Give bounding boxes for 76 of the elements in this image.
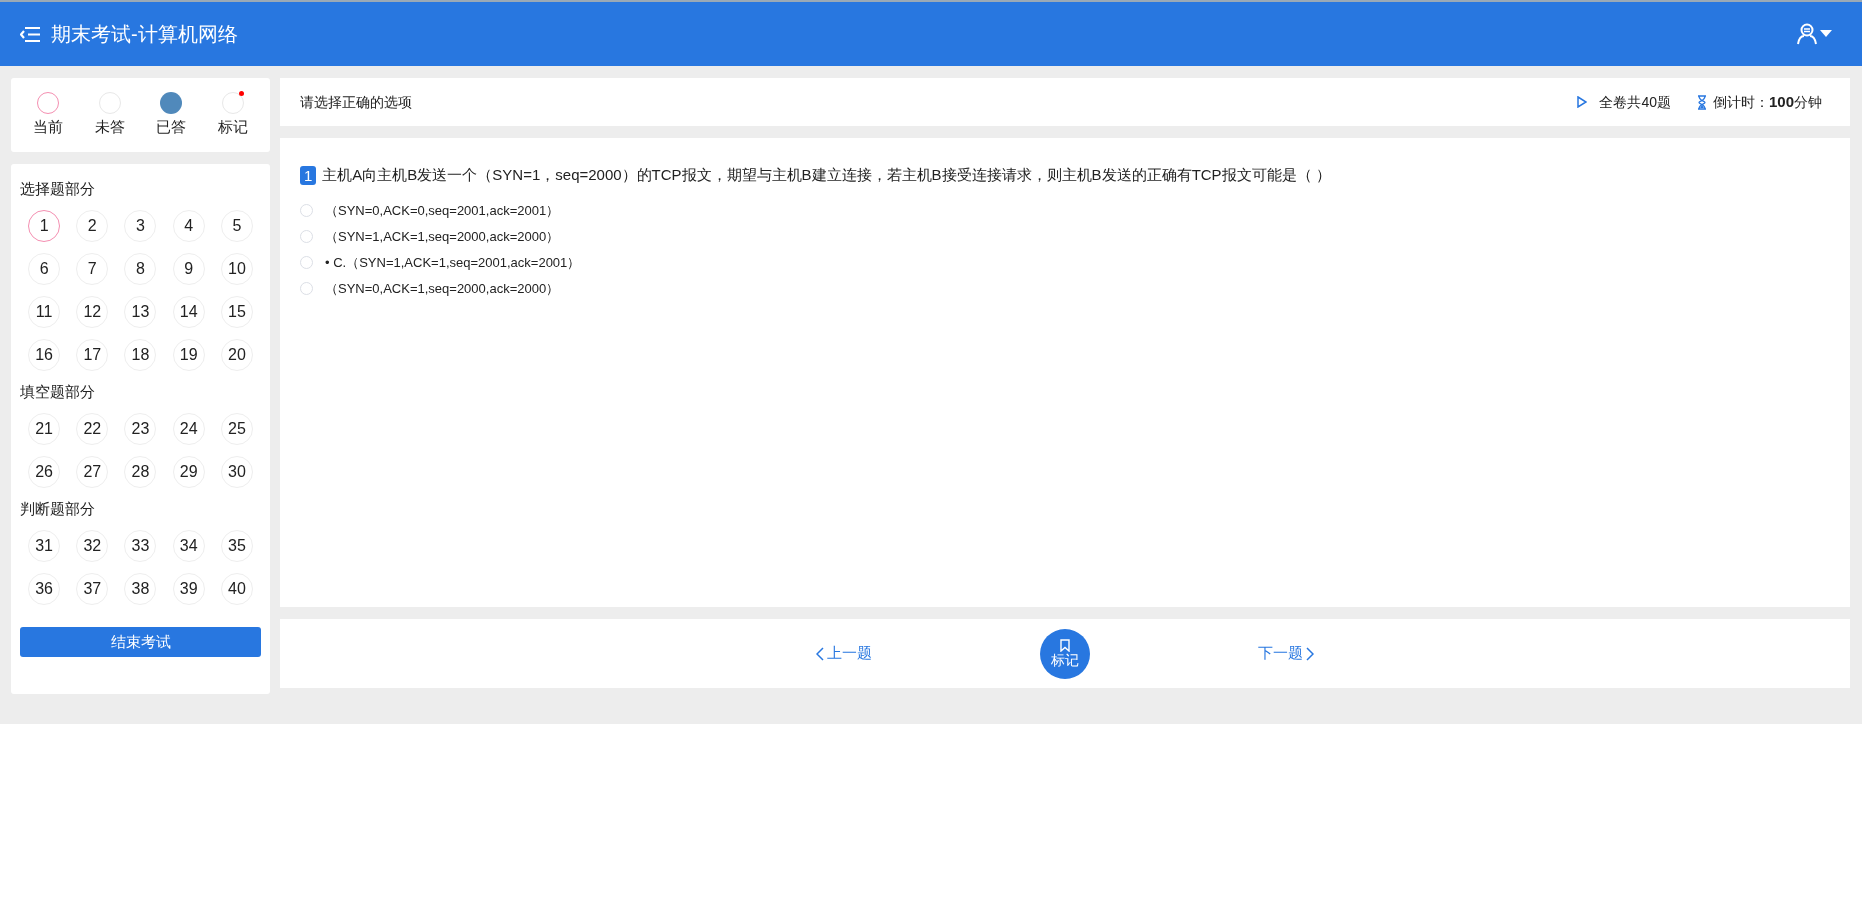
question-number[interactable]: 6 (28, 253, 61, 285)
menu-icon[interactable] (20, 25, 41, 43)
previous-question-link[interactable]: 上一题 (816, 642, 872, 665)
question-number[interactable]: 20 (220, 339, 253, 371)
question-number[interactable]: 5 (220, 210, 253, 242)
question-number[interactable]: 31 (28, 530, 61, 562)
page-title: 期末考试-计算机网络 (51, 22, 238, 47)
legend-label: 未答 (94, 116, 125, 137)
question-total: 全卷共40题 (1599, 92, 1671, 112)
question-number[interactable]: 2 (76, 210, 109, 242)
question-number[interactable]: 4 (172, 210, 205, 242)
question-number[interactable]: 32 (76, 530, 109, 562)
option-text: （SYN=0,ACK=0,seq=2001,ack=2001） (325, 201, 560, 220)
finish-exam-button[interactable]: 结束考试 (20, 627, 261, 657)
question-number[interactable]: 33 (124, 530, 157, 562)
caret-icon (1820, 30, 1832, 38)
section-title: 选择题部分 (20, 178, 96, 199)
question-number[interactable]: 13 (124, 296, 157, 328)
question-number[interactable]: 3 (124, 210, 157, 242)
question-number-badge: 1 (300, 165, 317, 185)
section-title: 判断题部分 (20, 498, 96, 519)
question-number[interactable]: 29 (172, 456, 205, 488)
option-radio[interactable] (300, 256, 313, 269)
question-number[interactable]: 23 (124, 413, 157, 445)
question-number[interactable]: 14 (172, 296, 205, 328)
mark-button[interactable]: 标记 (1040, 628, 1090, 679)
countdown-unit: 分钟 (1794, 92, 1822, 112)
question-number[interactable]: 15 (220, 296, 253, 328)
question-number[interactable]: 21 (28, 413, 61, 445)
legend-label: 标记 (218, 116, 249, 137)
option-radio[interactable] (300, 282, 313, 295)
question-text: 主机A向主机B发送一个（SYN=1，seq=2000）的TCP报文，期望与主机B建立连接，若主机B接受连接请求，则主机B发送的正确有TCP报文可能是（ ） (322, 165, 1331, 185)
question-number[interactable]: 25 (220, 413, 253, 445)
question-number[interactable]: 30 (220, 456, 253, 488)
question-number[interactable]: 22 (76, 413, 109, 445)
question-number[interactable]: 36 (28, 573, 61, 605)
chevron-left-icon (816, 646, 824, 661)
option-text: （SYN=0,ACK=1,seq=2000,ack=2000） (325, 279, 560, 298)
bookmark-icon (1060, 639, 1070, 652)
question-number[interactable]: 39 (172, 573, 205, 605)
question-number[interactable]: 7 (76, 253, 109, 285)
question-number[interactable]: 18 (124, 339, 157, 371)
option-text: • C.（SYN=1,ACK=1,seq=2001,ack=2001） (325, 253, 581, 272)
question-number[interactable]: 28 (124, 456, 157, 488)
chevron-right-icon (1306, 646, 1314, 661)
question-number[interactable]: 17 (76, 339, 109, 371)
question-number[interactable]: 38 (124, 573, 157, 605)
hourglass-icon (1696, 94, 1707, 110)
countdown-value: 100 (1768, 91, 1794, 112)
option-radio[interactable] (300, 230, 313, 243)
question-number[interactable]: 10 (220, 253, 253, 285)
play-icon (1577, 96, 1588, 108)
legend-label: 当前 (32, 116, 63, 137)
question-number[interactable]: 27 (76, 456, 109, 488)
question-number[interactable]: 37 (76, 573, 109, 605)
question-number[interactable]: 1 (28, 210, 61, 242)
option-radio[interactable] (300, 204, 313, 217)
section-title: 填空题部分 (20, 381, 96, 402)
question-number[interactable]: 9 (172, 253, 205, 285)
question-number[interactable]: 26 (28, 456, 61, 488)
countdown-label: 倒计时： (1712, 92, 1769, 112)
question-number[interactable]: 40 (220, 573, 253, 605)
question-number[interactable]: 34 (172, 530, 205, 562)
option-text: （SYN=1,ACK=1,seq=2000,ack=2000） (325, 227, 560, 246)
legend-label: 已答 (156, 116, 187, 137)
user-icon (1796, 23, 1818, 45)
next-question-link[interactable]: 下一题 (1258, 642, 1314, 665)
instruction-text: 请选择正确的选项 (300, 92, 412, 112)
question-number[interactable]: 11 (28, 296, 61, 328)
question-number[interactable]: 35 (220, 530, 253, 562)
question-number[interactable]: 16 (28, 339, 61, 371)
question-number[interactable]: 12 (76, 296, 109, 328)
question-number[interactable]: 19 (172, 339, 205, 371)
question-number[interactable]: 8 (124, 253, 157, 285)
user-menu-button[interactable] (1796, 23, 1832, 45)
question-number[interactable]: 24 (172, 413, 205, 445)
